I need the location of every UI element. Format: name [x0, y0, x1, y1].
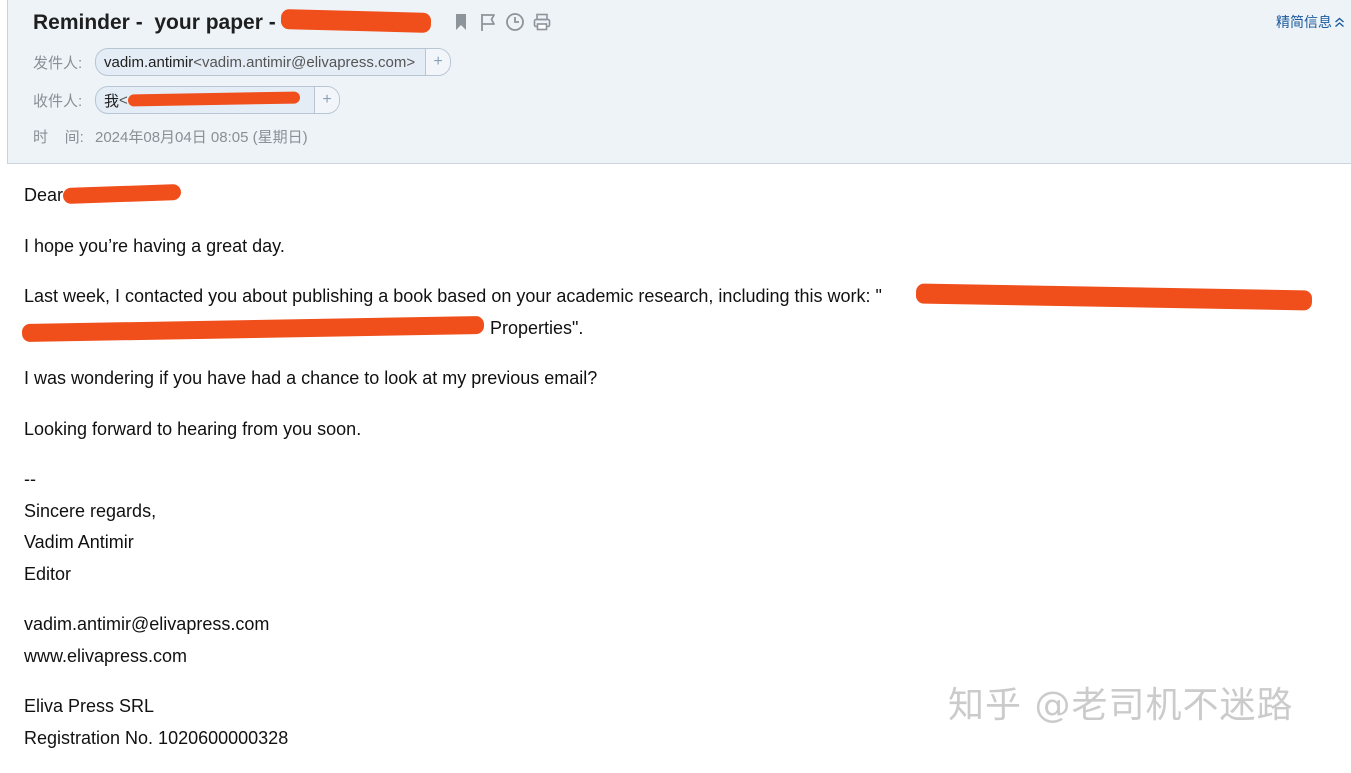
- recipient-address: <: [119, 91, 128, 109]
- to-label: 收件人:: [33, 92, 83, 110]
- signature-email-link[interactable]: vadim.antimir@elivapress.com: [24, 609, 1324, 641]
- add-sender-contact-button[interactable]: +: [425, 49, 451, 75]
- recipient-name: 我: [104, 92, 120, 110]
- time-value: 2024年08月04日 08:05 (星期日): [95, 129, 308, 146]
- paragraph-1: I hope you’re having a great day.: [24, 235, 285, 256]
- sender-address: <vadim.antimir@elivapress.com>: [193, 53, 416, 71]
- time-row: 时 间: 2024年08月04日 08:05 (星期日): [33, 126, 308, 147]
- bookmark-icon[interactable]: [451, 11, 471, 33]
- watermark: 知乎 @老司机不迷路: [948, 685, 1294, 726]
- paragraph-3: I was wondering if you have had a chance…: [24, 368, 598, 388]
- signature-website-link[interactable]: www.elivapress.com: [24, 641, 1324, 673]
- greeting: Dear: [24, 185, 69, 205]
- signature-regards: Sincere regards,: [24, 500, 157, 521]
- chevron-up-icon: [1335, 17, 1344, 27]
- flag-icon[interactable]: [478, 11, 498, 33]
- email-header: Reminder - your paper - 精简信息 发件人: vadim.…: [7, 0, 1351, 164]
- signature-separator: --: [24, 469, 36, 489]
- signature-title: Editor: [24, 563, 72, 584]
- from-label: 发件人:: [33, 54, 83, 72]
- paragraph-4: Looking forward to hearing from you soon…: [24, 418, 362, 439]
- paragraph-2-line-1: Last week, I contacted you about publish…: [24, 286, 882, 306]
- to-row: 收件人: 我 < +: [33, 86, 340, 114]
- add-recipient-contact-button[interactable]: +: [314, 87, 339, 113]
- signature-name: Vadim Antimir: [24, 532, 134, 552]
- recipient-chip[interactable]: 我 < +: [95, 86, 340, 114]
- from-row: 发件人: vadim.antimir <vadim.antimir@elivap…: [33, 48, 452, 76]
- email-subject: Reminder - your paper -: [33, 11, 282, 34]
- sender-chip[interactable]: vadim.antimir <vadim.antimir@elivapress.…: [95, 48, 452, 76]
- toggle-details-button[interactable]: 精简信息: [1276, 12, 1345, 32]
- print-icon[interactable]: [532, 11, 552, 33]
- subject-toolbar: [451, 11, 552, 33]
- clock-icon[interactable]: [505, 11, 525, 33]
- toggle-details-label: 精简信息: [1276, 14, 1332, 30]
- sender-name: vadim.antimir: [104, 53, 194, 71]
- time-label: 时 间:: [33, 129, 84, 146]
- paragraph-2-line-2: Properties".: [490, 317, 584, 338]
